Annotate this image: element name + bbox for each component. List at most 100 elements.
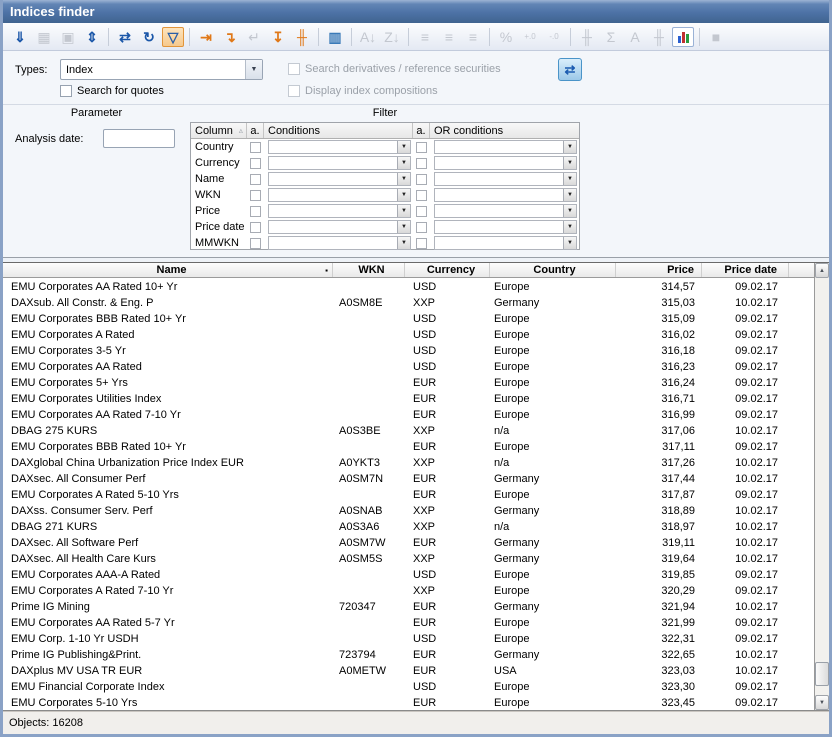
- filter-row-label: Price: [191, 203, 247, 219]
- table-cell: Prime IG Publishing&Print.: [3, 647, 333, 663]
- checkbox-icon[interactable]: [250, 142, 261, 153]
- table-row[interactable]: Prime IG Publishing&Print.723794EURGerma…: [3, 647, 814, 663]
- table-row[interactable]: EMU Corporates A Rated 7-10 YrXXPEurope3…: [3, 583, 814, 599]
- column-settings-icon[interactable]: ╫: [291, 27, 313, 47]
- or-conditions-dropdown[interactable]: ▼: [434, 140, 577, 154]
- table-cell: Germany: [490, 535, 616, 551]
- refresh-button[interactable]: ⇄: [558, 58, 582, 81]
- table-row[interactable]: EMU Financial Corporate IndexUSDEurope32…: [3, 679, 814, 695]
- checkbox-icon[interactable]: [416, 142, 427, 153]
- table-row[interactable]: EMU Corporates 3-5 YrUSDEurope316,1809.0…: [3, 343, 814, 359]
- table-row[interactable]: DAXss. Consumer Serv. PerfA0SNABXXPGerma…: [3, 503, 814, 519]
- scrollbar-thumb[interactable]: [815, 662, 829, 686]
- insert-column-icon[interactable]: ⇥: [195, 27, 217, 47]
- table-cell: XXP: [405, 503, 490, 519]
- table-row[interactable]: EMU Corporates AA Rated 5-7 YrEUREurope3…: [3, 615, 814, 631]
- or-conditions-dropdown[interactable]: ▼: [434, 236, 577, 250]
- column-header-name[interactable]: Name▪: [3, 263, 333, 277]
- conditions-dropdown[interactable]: ▼: [268, 236, 411, 250]
- or-conditions-dropdown[interactable]: ▼: [434, 156, 577, 170]
- checkbox-icon[interactable]: [250, 190, 261, 201]
- checkbox-icon[interactable]: [250, 174, 261, 185]
- filter-row: Price ▼ ▼: [191, 203, 579, 219]
- table-row[interactable]: DAXsub. All Constr. & Eng. PA0SM8EXXPGer…: [3, 295, 814, 311]
- table-row[interactable]: EMU Corporates BBB Rated 10+ YrEUREurope…: [3, 439, 814, 455]
- table-cell: 09.02.17: [702, 615, 789, 631]
- scroll-down-button[interactable]: ▼: [815, 695, 829, 710]
- add-to-list-icon[interactable]: ⇓: [9, 27, 31, 47]
- table-row[interactable]: EMU Corporates AA Rated 7-10 YrEUREurope…: [3, 407, 814, 423]
- table-row[interactable]: DAXplus MV USA TR EURA0METWEURUSA323,031…: [3, 663, 814, 679]
- table-row[interactable]: EMU Corporates AAA-A RatedUSDEurope319,8…: [3, 567, 814, 583]
- refresh-view-icon[interactable]: ↻: [138, 27, 160, 47]
- apply-filter-row-icon[interactable]: ↧: [267, 27, 289, 47]
- conditions-dropdown[interactable]: ▼: [268, 220, 411, 234]
- table-row[interactable]: DAXsec. All Health Care KursA0SM5SXXPGer…: [3, 551, 814, 567]
- or-conditions-dropdown[interactable]: ▼: [434, 220, 577, 234]
- table-row[interactable]: EMU Corporates A Rated 5-10 YrsEUREurope…: [3, 487, 814, 503]
- chart-icon[interactable]: [672, 27, 694, 47]
- table-cell: DAXsec. All Consumer Perf: [3, 471, 333, 487]
- table-row[interactable]: Prime IG Mining720347EURGermany321,9410.…: [3, 599, 814, 615]
- chevron-down-icon: ▼: [397, 221, 410, 233]
- table-row[interactable]: EMU Corporates 5-10 YrsEUREurope323,4509…: [3, 695, 814, 710]
- auto-fit-columns-icon[interactable]: ▥: [324, 27, 346, 47]
- checkbox-icon[interactable]: [250, 238, 261, 249]
- column-header-country[interactable]: Country: [490, 263, 616, 277]
- table-row[interactable]: DBAG 271 KURSA0S3A6XXPn/a318,9710.02.17: [3, 519, 814, 535]
- insert-row-icon[interactable]: ↴: [219, 27, 241, 47]
- table-row[interactable]: EMU Corporates AA RatedUSDEurope316,2309…: [3, 359, 814, 375]
- table-cell: EUR: [405, 407, 490, 423]
- table-cell: [789, 647, 814, 663]
- checkbox-icon[interactable]: [416, 222, 427, 233]
- triangle-up-icon: ▲: [819, 268, 825, 274]
- filter-column-header[interactable]: Column ▵: [191, 123, 247, 138]
- or-conditions-dropdown[interactable]: ▼: [434, 204, 577, 218]
- checkbox-icon[interactable]: [416, 174, 427, 185]
- column-header-price-date[interactable]: Price date: [702, 263, 789, 277]
- conditions-dropdown[interactable]: ▼: [268, 188, 411, 202]
- checkbox-icon[interactable]: [416, 206, 427, 217]
- scroll-up-button[interactable]: ▲: [815, 263, 829, 278]
- conditions-dropdown[interactable]: ▼: [268, 140, 411, 154]
- column-header-price[interactable]: Price: [616, 263, 702, 277]
- analysis-date-input[interactable]: [103, 129, 175, 148]
- table-cell: 316,71: [616, 391, 702, 407]
- table-row[interactable]: EMU Corporates Utilities IndexEUREurope3…: [3, 391, 814, 407]
- table-row[interactable]: EMU Corporates BBB Rated 10+ YrUSDEurope…: [3, 311, 814, 327]
- checkbox-icon[interactable]: [416, 238, 427, 249]
- grid-body: EMU Corporates AA Rated 10+ YrUSDEurope3…: [3, 279, 814, 710]
- checkbox-icon[interactable]: [250, 206, 261, 217]
- table-cell: 315,09: [616, 311, 702, 327]
- column-header-wkn[interactable]: WKN: [333, 263, 405, 277]
- table-cell: A0SM5S: [333, 551, 405, 567]
- column-header-currency[interactable]: Currency: [405, 263, 490, 277]
- scrollbar-track[interactable]: [815, 278, 829, 695]
- checkbox-icon: [288, 63, 300, 75]
- or-conditions-dropdown[interactable]: ▼: [434, 172, 577, 186]
- table-row[interactable]: DAXsec. All Consumer PerfA0SM7NEURGerman…: [3, 471, 814, 487]
- checkbox-icon[interactable]: [250, 158, 261, 169]
- table-row[interactable]: EMU Corporates AA Rated 10+ YrUSDEurope3…: [3, 279, 814, 295]
- table-row[interactable]: EMU Corporates A RatedUSDEurope316,0209.…: [3, 327, 814, 343]
- table-cell: 10.02.17: [702, 503, 789, 519]
- fit-width-icon[interactable]: ⇄: [114, 27, 136, 47]
- checkbox-icon[interactable]: [416, 158, 427, 169]
- table-row[interactable]: EMU Corp. 1-10 Yr USDHUSDEurope322,3109.…: [3, 631, 814, 647]
- fit-height-icon[interactable]: ⇕: [81, 27, 103, 47]
- search-for-quotes-checkbox[interactable]: Search for quotes: [60, 85, 164, 97]
- vertical-scrollbar[interactable]: ▲ ▼: [814, 263, 829, 710]
- conditions-dropdown[interactable]: ▼: [268, 172, 411, 186]
- table-row[interactable]: DAXsec. All Software PerfA0SM7WEURGerman…: [3, 535, 814, 551]
- types-dropdown[interactable]: Index ▼: [60, 59, 263, 80]
- table-row[interactable]: DAXglobal China Urbanization Price Index…: [3, 455, 814, 471]
- checkbox-icon[interactable]: [416, 190, 427, 201]
- conditions-dropdown[interactable]: ▼: [268, 204, 411, 218]
- checkbox-icon[interactable]: [250, 222, 261, 233]
- table-cell: [789, 359, 814, 375]
- or-conditions-dropdown[interactable]: ▼: [434, 188, 577, 202]
- table-row[interactable]: EMU Corporates 5+ YrsEUREurope316,2409.0…: [3, 375, 814, 391]
- table-row[interactable]: DBAG 275 KURSA0S3BEXXPn/a317,0610.02.17: [3, 423, 814, 439]
- conditions-dropdown[interactable]: ▼: [268, 156, 411, 170]
- filter-icon[interactable]: ▽: [162, 27, 184, 47]
